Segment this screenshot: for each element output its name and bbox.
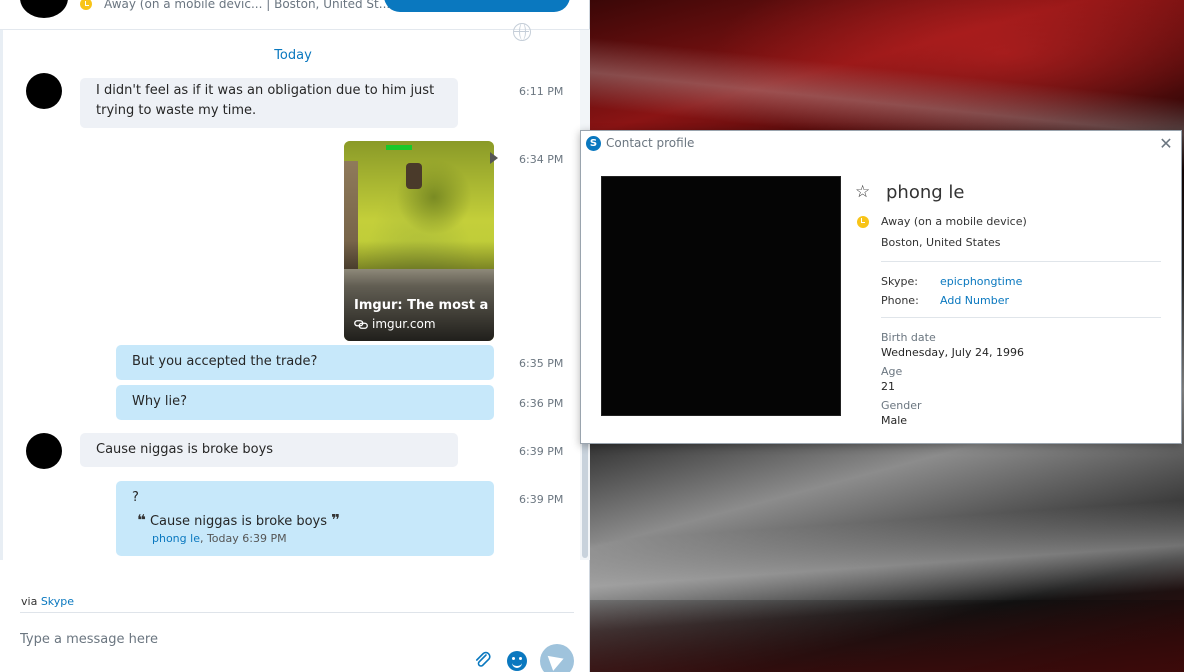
contact-profile-window: S Contact profile ✕ ☆ phong le Away (on … xyxy=(580,130,1182,444)
skype-logo-icon: S xyxy=(586,136,601,151)
quote-author-link[interactable]: phong le xyxy=(152,532,200,545)
message-time: 6:35 PM xyxy=(519,357,564,370)
profile-location: Boston, United States xyxy=(881,236,1001,249)
message-input[interactable] xyxy=(20,624,460,654)
avatar[interactable] xyxy=(26,73,62,109)
close-icon[interactable]: ✕ xyxy=(1157,135,1175,153)
quoted-message: ❝ Cause niggas is broke boys ❞ xyxy=(137,511,478,531)
message-bubble-outgoing: Why lie? xyxy=(116,385,494,420)
contact-avatar[interactable] xyxy=(20,0,68,18)
chat-window: Away (on a mobile devic... | Boston, Uni… xyxy=(0,0,590,672)
birth-date-value: Wednesday, July 24, 1996 xyxy=(881,346,1024,359)
avatar[interactable] xyxy=(26,433,62,469)
link-preview-domain: imgur.com xyxy=(372,317,436,331)
message-bubble-incoming: Cause niggas is broke boys xyxy=(80,433,458,467)
header-status-text: Away (on a mobile devic... | Boston, Uni… xyxy=(104,0,391,11)
message-time: 6:34 PM xyxy=(519,153,564,166)
link-preview-image-figure xyxy=(406,163,422,189)
skype-id-label: Skype: xyxy=(881,275,918,288)
age-value: 21 xyxy=(881,380,895,393)
call-button[interactable] xyxy=(384,0,570,12)
profile-titlebar[interactable]: S Contact profile ✕ xyxy=(581,131,1181,157)
send-button[interactable] xyxy=(540,644,574,672)
message-time: 6:39 PM xyxy=(519,493,564,506)
quote-meta: phong le, Today 6:39 PM xyxy=(152,531,478,547)
window-title: Contact profile xyxy=(606,136,695,150)
age-label: Age xyxy=(881,365,903,378)
message-time: 6:39 PM xyxy=(519,445,564,458)
via-skype-link[interactable]: Skype xyxy=(41,595,74,608)
phone-label: Phone: xyxy=(881,294,919,307)
quote-timestamp: , Today 6:39 PM xyxy=(199,532,287,545)
message-bubble-outgoing: But you accepted the trade? xyxy=(116,345,494,380)
divider xyxy=(881,261,1161,262)
link-preview-card[interactable]: Imgur: The most a... imgur.com xyxy=(344,141,494,341)
chat-header: Away (on a mobile devic... | Boston, Uni… xyxy=(0,0,590,30)
away-status-icon xyxy=(857,216,869,228)
quote-close-icon: ❞ xyxy=(331,511,340,529)
globe-icon[interactable] xyxy=(513,23,531,41)
birth-date-label: Birth date xyxy=(881,331,936,344)
message-time: 6:11 PM xyxy=(519,85,564,98)
paperclip-icon[interactable] xyxy=(473,650,493,670)
scrollbar-thumb[interactable] xyxy=(582,440,588,558)
message-time: 6:36 PM xyxy=(519,397,564,410)
quoted-text: Cause niggas is broke boys xyxy=(149,514,328,529)
profile-name: phong le xyxy=(886,182,965,203)
emoji-icon[interactable] xyxy=(507,651,527,671)
skype-id-link[interactable]: epicphongtime xyxy=(940,275,1022,288)
composer-divider xyxy=(20,612,574,613)
message-text: ? xyxy=(132,490,139,505)
left-gutter xyxy=(0,30,3,560)
gender-label: Gender xyxy=(881,399,922,412)
away-status-icon xyxy=(80,0,92,10)
message-bubble-incoming: I didn't feel as if it was an obligation… xyxy=(80,78,458,128)
via-prefix: via xyxy=(21,595,41,608)
link-icon xyxy=(354,320,368,329)
profile-photo xyxy=(601,176,841,416)
profile-status: Away (on a mobile device) xyxy=(881,215,1027,228)
favorite-star-icon[interactable]: ☆ xyxy=(855,183,870,201)
message-bubble-outgoing: ? ❝ Cause niggas is broke boys ❞ phong l… xyxy=(116,481,494,556)
share-icon[interactable] xyxy=(490,152,498,164)
divider xyxy=(881,317,1161,318)
add-number-link[interactable]: Add Number xyxy=(940,294,1009,307)
gender-value: Male xyxy=(881,414,908,427)
quote-open-icon: ❝ xyxy=(137,511,146,529)
link-preview-title: Imgur: The most a... xyxy=(354,298,488,313)
wallpaper-shadow xyxy=(590,600,1184,672)
date-separator: Today xyxy=(274,48,312,63)
link-preview-image-hpbar xyxy=(386,145,412,150)
via-skype-label: via Skype xyxy=(21,595,74,608)
